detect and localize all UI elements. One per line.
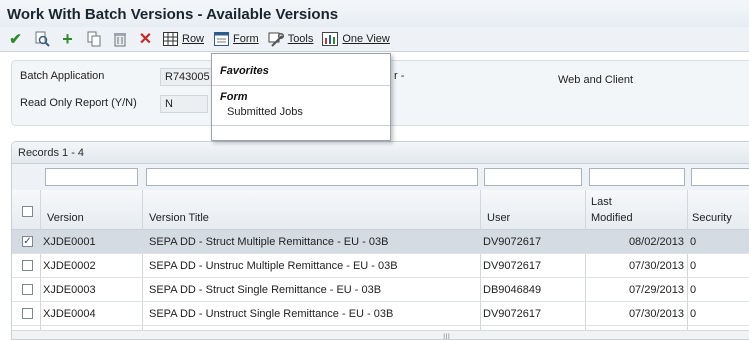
cell-security: 0 bbox=[690, 236, 697, 248]
tools-menu[interactable]: Tools bbox=[267, 31, 314, 47]
cell-last-modified: 07/30/2013 bbox=[628, 308, 684, 320]
toolbar: ✔ + ✕ Row Form Tools One View bbox=[0, 27, 749, 52]
col-user[interactable]: User bbox=[487, 212, 510, 224]
tools-icon bbox=[267, 31, 285, 47]
read-only-report-field[interactable]: N bbox=[160, 95, 208, 113]
horizontal-scrollbar[interactable]: ||| bbox=[12, 330, 749, 339]
row-menu[interactable]: Row bbox=[161, 31, 204, 47]
filter-version-input[interactable] bbox=[45, 168, 138, 186]
delete-icon[interactable] bbox=[109, 29, 130, 50]
read-only-report-label: Read Only Report (Y/N) bbox=[20, 97, 137, 109]
batch-application-label: Batch Application bbox=[20, 70, 105, 82]
col-security[interactable]: Security bbox=[692, 212, 732, 224]
col-last-modified-line2[interactable]: Modified bbox=[591, 212, 633, 224]
close-icon[interactable]: ✕ bbox=[135, 29, 156, 50]
cell-version-title: SEPA DD - Unstruc Multiple Remittance - … bbox=[149, 260, 398, 272]
grid-header-bar: Records 1 - 4 bbox=[12, 142, 749, 164]
cell-user: DV9072617 bbox=[483, 308, 542, 320]
filter-security-input[interactable] bbox=[691, 168, 749, 186]
page-title: Work With Batch Versions - Available Ver… bbox=[7, 6, 339, 23]
cell-user: DB9046849 bbox=[483, 284, 542, 296]
cell-security: 0 bbox=[690, 284, 697, 296]
cell-last-modified: 07/29/2013 bbox=[628, 284, 684, 296]
scroll-grip-icon[interactable]: ||| bbox=[443, 332, 450, 339]
cell-user: DV9072617 bbox=[483, 236, 542, 248]
copy-icon[interactable] bbox=[83, 29, 104, 50]
col-version-title[interactable]: Version Title bbox=[149, 212, 209, 224]
cell-version[interactable]: XJDE0004 bbox=[43, 308, 96, 320]
select-icon[interactable]: ✔ bbox=[5, 29, 26, 50]
one-view-menu[interactable]: One View bbox=[321, 31, 390, 47]
column-header-row: Version Version Title User Last Modified… bbox=[12, 190, 749, 230]
favorites-heading: Favorites bbox=[220, 65, 269, 77]
filter-user-input[interactable] bbox=[484, 168, 582, 186]
table-row[interactable]: ✓ XJDE0001 SEPA DD - Struct Multiple Rem… bbox=[12, 230, 749, 254]
one-view-menu-label: One View bbox=[342, 33, 390, 45]
col-version[interactable]: Version bbox=[47, 212, 84, 224]
cell-user: DV9072617 bbox=[483, 260, 542, 272]
menu-divider bbox=[212, 85, 390, 86]
row-checkbox[interactable] bbox=[22, 284, 33, 295]
web-client-text: Web and Client bbox=[558, 74, 634, 86]
records-count: Records 1 - 4 bbox=[18, 147, 85, 159]
versions-grid: Records 1 - 4 Version Version Title User… bbox=[11, 141, 749, 340]
cell-security: 0 bbox=[690, 308, 697, 320]
partial-label: r - bbox=[394, 70, 405, 82]
cell-security: 0 bbox=[690, 260, 697, 272]
row-menu-label: Row bbox=[182, 33, 205, 45]
row-checkbox[interactable] bbox=[22, 308, 33, 319]
one-view-chart-icon bbox=[321, 31, 339, 47]
filter-title-input[interactable] bbox=[146, 168, 478, 186]
form-icon bbox=[212, 31, 230, 47]
cell-version-title: SEPA DD - Struct Single Remittance - EU … bbox=[149, 284, 382, 296]
cell-version[interactable]: XJDE0001 bbox=[43, 236, 96, 248]
query-by-example-row bbox=[12, 164, 749, 190]
col-last-modified-line1[interactable]: Last bbox=[591, 196, 612, 208]
row-grid-icon bbox=[161, 31, 179, 47]
form-menu-label: Form bbox=[233, 33, 259, 45]
table-row[interactable]: XJDE0004 SEPA DD - Unstruct Single Remit… bbox=[12, 302, 749, 326]
cell-version-title: SEPA DD - Unstruct Single Remittance - E… bbox=[149, 308, 394, 320]
filter-modified-input[interactable] bbox=[589, 168, 685, 186]
form-dropdown-menu: Favorites Form Submitted Jobs bbox=[211, 53, 391, 141]
title-bar: Work With Batch Versions - Available Ver… bbox=[0, 0, 749, 30]
row-checkbox[interactable]: ✓ bbox=[22, 236, 33, 247]
row-checkbox[interactable] bbox=[22, 260, 33, 271]
tools-menu-label: Tools bbox=[287, 33, 314, 45]
find-icon[interactable] bbox=[31, 29, 52, 50]
select-all-checkbox[interactable] bbox=[22, 206, 33, 217]
cell-last-modified: 07/30/2013 bbox=[628, 260, 684, 272]
cell-last-modified: 08/02/2013 bbox=[628, 236, 684, 248]
table-row[interactable]: XJDE0002 SEPA DD - Unstruc Multiple Remi… bbox=[12, 254, 749, 278]
menu-item-submitted-jobs[interactable]: Submitted Jobs bbox=[227, 106, 303, 118]
cell-version[interactable]: XJDE0002 bbox=[43, 260, 96, 272]
menu-divider bbox=[212, 125, 390, 126]
table-row[interactable]: XJDE0003 SEPA DD - Struct Single Remitta… bbox=[12, 278, 749, 302]
form-menu[interactable]: Form bbox=[212, 31, 259, 47]
form-heading: Form bbox=[220, 91, 248, 103]
add-icon[interactable]: + bbox=[57, 29, 78, 50]
cell-version-title: SEPA DD - Struct Multiple Remittance - E… bbox=[149, 236, 389, 248]
cell-version[interactable]: XJDE0003 bbox=[43, 284, 96, 296]
